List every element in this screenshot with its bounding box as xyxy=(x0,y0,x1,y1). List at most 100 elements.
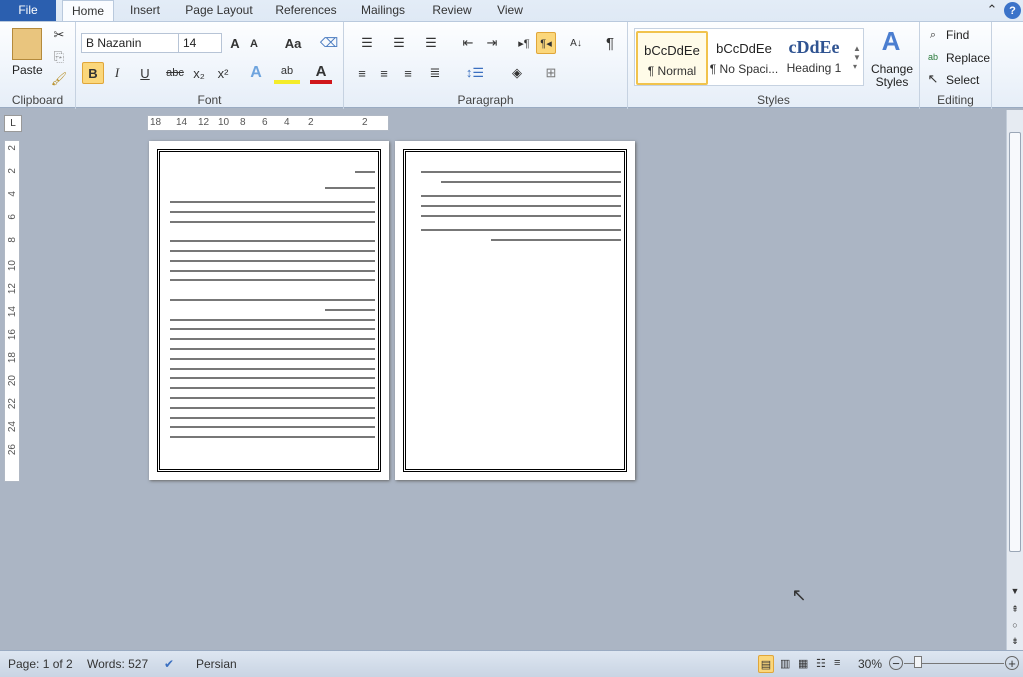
document-page-1[interactable] xyxy=(149,141,389,480)
paste-icon[interactable] xyxy=(12,28,42,60)
format-painter-icon[interactable]: 🖌 xyxy=(50,70,68,88)
text-line xyxy=(170,357,375,360)
multilevel-list-icon[interactable]: ☰ xyxy=(418,33,444,53)
tab-mailings[interactable]: Mailings xyxy=(352,0,414,21)
ruler-tick-label: 14 xyxy=(7,306,18,318)
shading-icon[interactable]: ◈ xyxy=(504,62,530,84)
justify-icon[interactable]: ≣ xyxy=(422,62,448,84)
previous-page-icon[interactable]: ⇞ xyxy=(1009,602,1021,616)
font-size-dropdown[interactable]: 14 xyxy=(178,33,222,53)
decrease-indent-icon[interactable]: ⇤ xyxy=(458,33,478,53)
text-line xyxy=(355,171,375,173)
page-count[interactable]: Page: 1 of 2 xyxy=(8,657,73,671)
text-line xyxy=(421,215,621,217)
ruler-tick-label: 16 xyxy=(7,329,18,341)
web-layout-view-icon[interactable]: ▦ xyxy=(798,657,808,670)
browse-object-icon[interactable]: ○ xyxy=(1009,618,1021,632)
ruler-tick-label: 4 xyxy=(7,191,18,197)
text-effects-icon[interactable]: A xyxy=(244,62,268,84)
vertical-scrollbar[interactable]: ▼ ⇞ ○ ⇟ xyxy=(1006,110,1023,650)
style-no-spacing[interactable]: bCcDdEe ¶ No Spaci... xyxy=(708,31,780,85)
zoom-out-icon[interactable]: − xyxy=(889,656,903,671)
word-count[interactable]: Words: 527 xyxy=(87,657,148,671)
tab-review[interactable]: Review xyxy=(424,0,480,21)
increase-indent-icon[interactable]: ⇥ xyxy=(482,33,502,53)
clear-formatting-icon[interactable]: ⌫ xyxy=(320,33,338,53)
rtl-icon[interactable]: ¶◂ xyxy=(536,32,556,54)
style-preview: bCcDdEe xyxy=(716,41,772,56)
highlight-color-icon[interactable]: ab xyxy=(274,62,300,84)
replace-button[interactable]: Replace xyxy=(946,51,990,65)
status-bar: Page: 1 of 2 Words: 527 ✔ Persian ▤ ▥ ▦ … xyxy=(0,650,1023,677)
paste-button[interactable]: Paste xyxy=(12,63,43,77)
scroll-down-icon[interactable]: ▼ xyxy=(1009,584,1021,598)
editing-group: ⌕ Find ab Replace ↖ Select Editing xyxy=(920,22,992,109)
zoom-in-icon[interactable]: + xyxy=(1005,656,1019,671)
bullets-icon[interactable]: ☰ xyxy=(354,33,380,53)
text-line xyxy=(421,229,621,231)
styles-scroll[interactable]: ▲ ▼ ▾ xyxy=(850,29,864,85)
style-normal[interactable]: bCcDdEe ¶ Normal xyxy=(636,31,708,85)
style-preview: bCcDdEe xyxy=(644,43,700,58)
ruler-tick-label: 24 xyxy=(7,421,18,433)
change-styles-button[interactable]: Change Styles xyxy=(870,63,914,89)
style-heading-1[interactable]: cDdEe Heading 1 xyxy=(778,31,850,85)
tab-selector[interactable]: L xyxy=(4,115,22,132)
ruler-tick-label: 22 xyxy=(7,398,18,410)
tab-home[interactable]: Home xyxy=(62,0,114,21)
tab-insert[interactable]: Insert xyxy=(122,0,168,21)
text-line xyxy=(170,387,375,390)
change-styles-icon: A xyxy=(881,25,901,56)
shrink-font-icon[interactable]: A xyxy=(246,35,262,53)
horizontal-ruler[interactable]: 18 14 12 10 8 6 4 2 2 xyxy=(147,115,389,131)
print-layout-view-icon[interactable]: ▤ xyxy=(758,655,774,673)
select-button[interactable]: Select xyxy=(946,73,979,87)
text-line xyxy=(170,348,375,350)
ribbon-tabs: File Home Insert Page Layout References … xyxy=(0,0,1023,21)
draft-view-icon[interactable]: ≡ xyxy=(834,657,840,669)
italic-button[interactable]: I xyxy=(108,62,126,84)
copy-icon[interactable]: ⎘ xyxy=(50,48,68,66)
text-line xyxy=(170,406,375,409)
outline-view-icon[interactable]: ☷ xyxy=(816,657,826,670)
tab-page-layout[interactable]: Page Layout xyxy=(180,0,258,21)
align-right-icon[interactable]: ≡ xyxy=(398,62,418,84)
grow-font-icon[interactable]: A xyxy=(226,33,244,53)
borders-icon[interactable]: ⊞ xyxy=(538,62,564,84)
strikethrough-button[interactable]: abc xyxy=(164,62,186,84)
tab-view[interactable]: View xyxy=(490,0,530,21)
language[interactable]: Persian xyxy=(196,657,237,671)
sort-icon[interactable]: A↓ xyxy=(566,33,586,53)
proofing-icon[interactable]: ✔ xyxy=(164,657,174,671)
vertical-ruler[interactable]: 2 2 4 6 8 10 12 14 16 18 20 22 24 26 xyxy=(4,140,20,482)
zoom-slider-thumb[interactable] xyxy=(914,656,922,668)
superscript-button[interactable]: x² xyxy=(214,62,232,84)
align-left-icon[interactable]: ≡ xyxy=(352,62,372,84)
scrollbar-thumb[interactable] xyxy=(1009,132,1021,552)
tab-file[interactable]: File xyxy=(0,0,56,21)
cut-icon[interactable]: ✂ xyxy=(50,26,68,44)
bold-button[interactable]: B xyxy=(82,62,104,84)
document-page-2[interactable] xyxy=(395,141,635,480)
full-screen-view-icon[interactable]: ▥ xyxy=(780,657,790,670)
ltr-icon[interactable]: ▸¶ xyxy=(514,33,534,53)
font-name-dropdown[interactable]: B Nazanin xyxy=(81,33,179,53)
underline-button[interactable]: U xyxy=(132,62,158,84)
text-line xyxy=(170,367,375,370)
font-color-icon[interactable]: A xyxy=(310,62,332,84)
find-button[interactable]: Find xyxy=(946,28,969,42)
subscript-button[interactable]: x₂ xyxy=(190,62,208,84)
minimize-ribbon-icon[interactable]: ⌃ xyxy=(984,2,1000,18)
align-center-icon[interactable]: ≡ xyxy=(374,62,394,84)
numbering-icon[interactable]: ☰ xyxy=(386,33,412,53)
ruler-tick-label: 8 xyxy=(7,237,18,243)
text-line xyxy=(170,210,375,213)
change-case-button[interactable]: Aa xyxy=(280,33,306,53)
clipboard-label: Clipboard xyxy=(11,93,64,107)
tab-references[interactable]: References xyxy=(268,0,344,21)
help-icon[interactable]: ? xyxy=(1004,2,1021,19)
zoom-level[interactable]: 30% xyxy=(858,657,882,671)
show-formatting-icon[interactable]: ¶ xyxy=(600,33,620,53)
line-spacing-icon[interactable]: ↕☰ xyxy=(462,62,488,84)
next-page-icon[interactable]: ⇟ xyxy=(1009,634,1021,648)
